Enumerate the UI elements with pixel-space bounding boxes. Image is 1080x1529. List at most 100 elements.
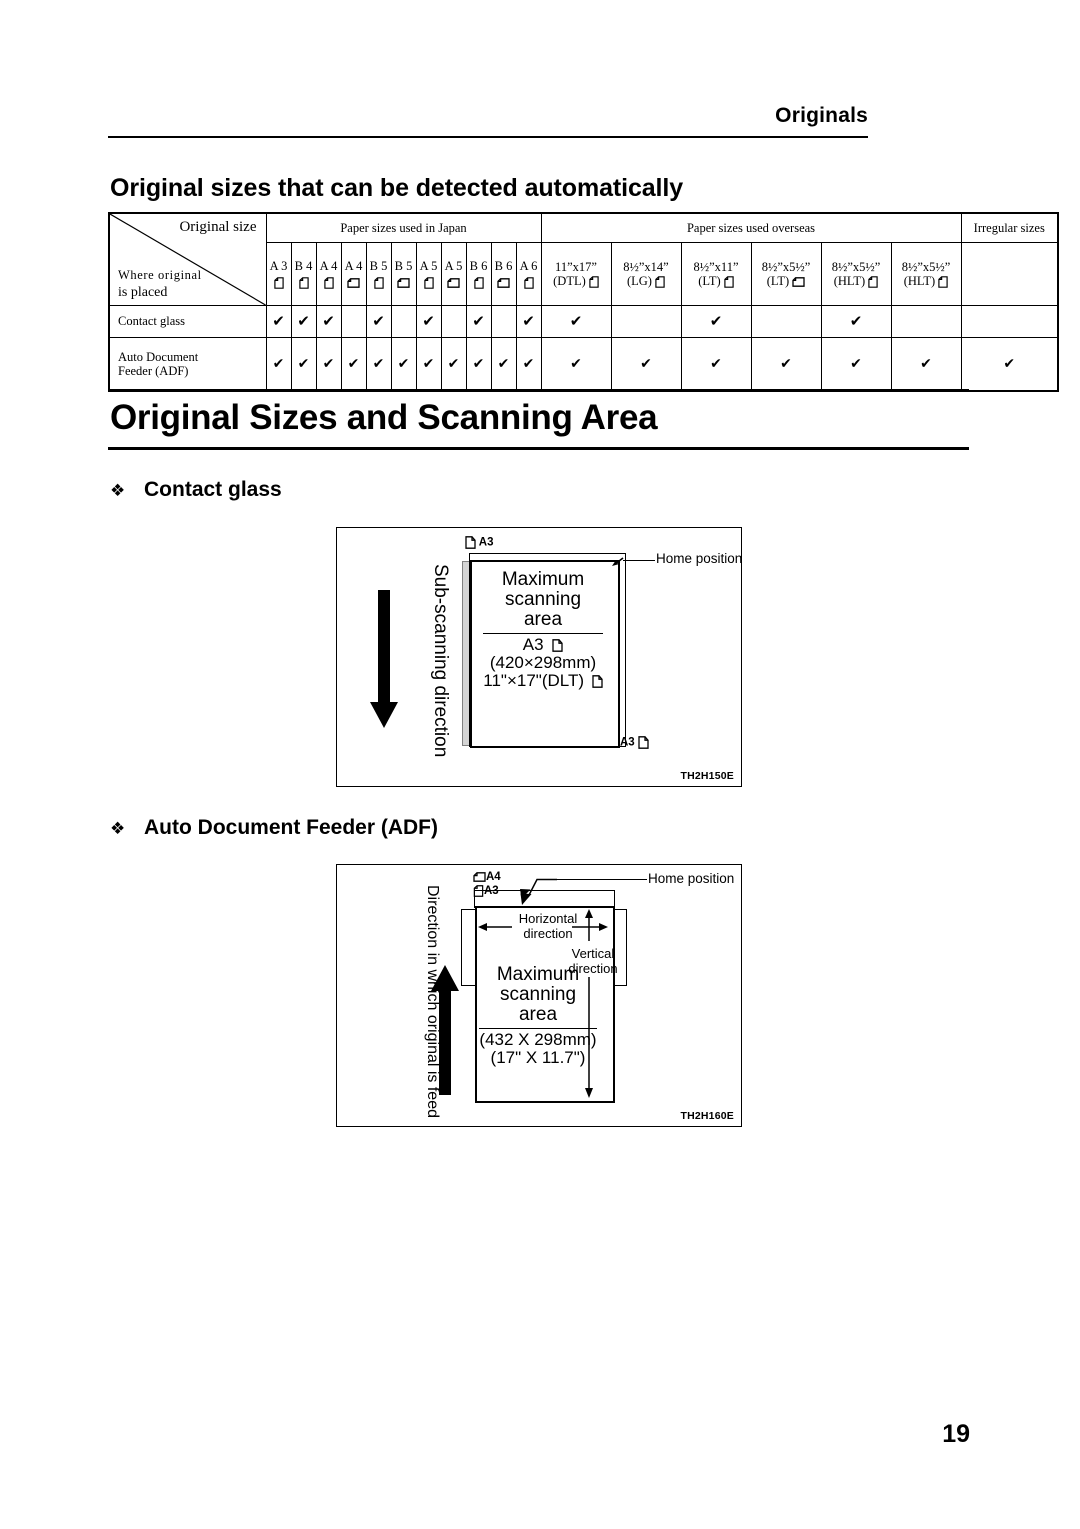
paper-portrait-fold-icon <box>465 536 476 549</box>
table-row-label-line-2: Feeder (ADF) <box>118 364 189 378</box>
table-size-column-header: B 5 <box>365 242 392 306</box>
paper-portrait-fold-icon <box>638 736 649 749</box>
table-cell-empty <box>610 305 682 338</box>
adf-a4-marker: A4 <box>473 871 501 883</box>
check-icon: ✔ <box>710 355 722 372</box>
table-size-column-header: 8½”x14” (LG) <box>610 242 682 306</box>
section-heading-contact-glass-label: Contact glass <box>144 478 282 501</box>
table-cell-checked: ✔ <box>890 337 962 392</box>
check-icon: ✔ <box>780 355 792 372</box>
corner-bottom-line-2: is placed <box>118 284 168 300</box>
size-column-sublabel: (LT) <box>684 274 749 288</box>
paper-portrait-fold-icon <box>655 276 665 288</box>
check-icon: ✔ <box>447 355 460 372</box>
running-head: Originals <box>775 104 868 127</box>
table-cell-checked: ✔ <box>290 305 317 338</box>
main-heading: Original Sizes and Scanning Area <box>110 398 658 437</box>
paper-landscape-fold-icon <box>397 277 410 288</box>
table-cell-checked: ✔ <box>340 337 367 392</box>
size-column-label: 8½”x14” <box>623 259 669 274</box>
size-column-orientation-icon <box>443 275 465 289</box>
paper-portrait-fold-icon <box>592 675 603 689</box>
table-cell-checked: ✔ <box>415 305 442 338</box>
check-icon: ✔ <box>472 311 485 330</box>
adf-home-position-leader-line <box>555 879 647 880</box>
contact-max-line-2: scanning <box>504 589 582 611</box>
table-cell-checked: ✔ <box>610 337 682 392</box>
table-cell-checked: ✔ <box>490 337 517 392</box>
adf-figure-id: TH2H160E <box>680 1110 734 1122</box>
figure-auto-document-feeder: Direction in which original is feed A4 A… <box>336 864 742 1127</box>
table-row-label: Contact glass <box>108 305 267 338</box>
size-column-label: A 5 <box>419 259 438 274</box>
table-cell-checked: ✔ <box>680 337 752 392</box>
size-column-label: 11”x17” <box>555 259 597 274</box>
table-irregular-column-header <box>960 242 1059 306</box>
size-column-label: A 6 <box>519 259 538 274</box>
table-row: Auto Document Feeder (ADF) ✔ ✔ ✔ ✔ ✔ ✔ ✔ ✔ ✔ ✔ ✔ ✔ ✔ ✔ ✔… <box>108 337 1059 392</box>
table-cell-checked: ✔ <box>750 337 822 392</box>
contact-bottom-a3-text: A3 <box>620 736 635 749</box>
table-size-column-header: B 4 <box>290 242 317 306</box>
home-position-arrow-icon <box>612 557 624 566</box>
table-size-column-header: B 6 <box>465 242 492 306</box>
size-column-sublabel: (LT) <box>754 274 819 288</box>
contact-bottom-a3-marker: A3 <box>620 736 649 749</box>
check-icon: ✔ <box>397 355 410 372</box>
size-column-orientation-icon <box>393 275 415 289</box>
paper-portrait-fold-icon <box>938 276 948 288</box>
paper-portrait-fold-icon <box>473 276 484 289</box>
table-size-column-header: A 4 <box>315 242 342 306</box>
table-size-column-header: A 6 <box>515 242 542 306</box>
table-size-column-header: B 5 <box>390 242 417 306</box>
size-column-label: A 4 <box>344 259 363 274</box>
size-column-label: B 4 <box>294 259 313 274</box>
contact-size-line-3: 11"×17"(DLT) <box>483 671 584 691</box>
check-icon: ✔ <box>372 355 385 372</box>
contact-max-line-3: area <box>523 609 563 631</box>
corner-top-label: Original size <box>179 219 257 235</box>
diamond-bullet-icon: ❖ <box>110 481 126 501</box>
adf-max-line-1: Maximum <box>496 964 580 985</box>
size-column-label: B 5 <box>369 259 388 274</box>
table-cell-empty <box>440 305 467 338</box>
table-cell-checked: ✔ <box>515 305 542 338</box>
size-column-sublabel: (DTL) <box>544 274 609 288</box>
table-group-header: Irregular sizes <box>960 212 1059 243</box>
size-column-orientation-icon <box>343 275 365 289</box>
table-group-header: Paper sizes used in Japan <box>265 212 542 243</box>
size-column-label: 8½”x5½” <box>761 259 811 274</box>
contact-figure-id: TH2H150E <box>680 770 734 782</box>
check-icon: ✔ <box>570 355 582 372</box>
table-row-label-line-1: Contact glass <box>118 314 186 329</box>
check-icon: ✔ <box>322 311 335 330</box>
adf-max-line-3: area <box>518 1004 558 1026</box>
size-column-orientation-icon <box>268 275 290 289</box>
main-heading-rule-top <box>108 389 969 392</box>
table-row: Contact glass ✔ ✔ ✔ ✔ ✔ ✔ ✔ ✔ ✔ ✔ <box>108 305 1059 338</box>
check-icon: ✔ <box>920 355 932 372</box>
paper-portrait-fold-icon <box>373 276 384 289</box>
paper-portrait-fold-icon <box>298 276 309 289</box>
adf-divider <box>479 1028 597 1030</box>
size-column-label: 8½”x5½” <box>831 259 881 274</box>
table-cell-checked: ✔ <box>540 305 612 338</box>
sub-scanning-direction-arrow-icon <box>370 590 398 728</box>
size-column-orientation-icon <box>368 275 390 289</box>
adf-max-scanning-area-text: Maximum scanning area (432 X 298mm) (17"… <box>479 964 597 1068</box>
check-icon: ✔ <box>522 311 535 330</box>
contact-top-a3-marker: A3 <box>465 536 493 549</box>
size-column-label: A 4 <box>319 259 338 274</box>
paper-landscape-fold-icon <box>792 277 805 287</box>
check-icon: ✔ <box>472 355 485 372</box>
table-cell-checked: ✔ <box>515 337 542 392</box>
adf-size-line-2: (17" X 11.7") <box>490 1048 586 1068</box>
paper-portrait-fold-icon <box>523 276 534 289</box>
adf-home-position-arrow-icon <box>520 878 557 905</box>
size-column-orientation-icon <box>293 275 315 289</box>
size-column-sublabel: (HLT) <box>824 274 889 288</box>
table-cell-checked: ✔ <box>315 337 342 392</box>
contact-max-scanning-area-text: Maximum scanning area A3 (420×298mm) 11"… <box>483 569 603 691</box>
size-column-orientation-icon <box>468 275 490 289</box>
size-column-label: A 5 <box>444 259 463 274</box>
